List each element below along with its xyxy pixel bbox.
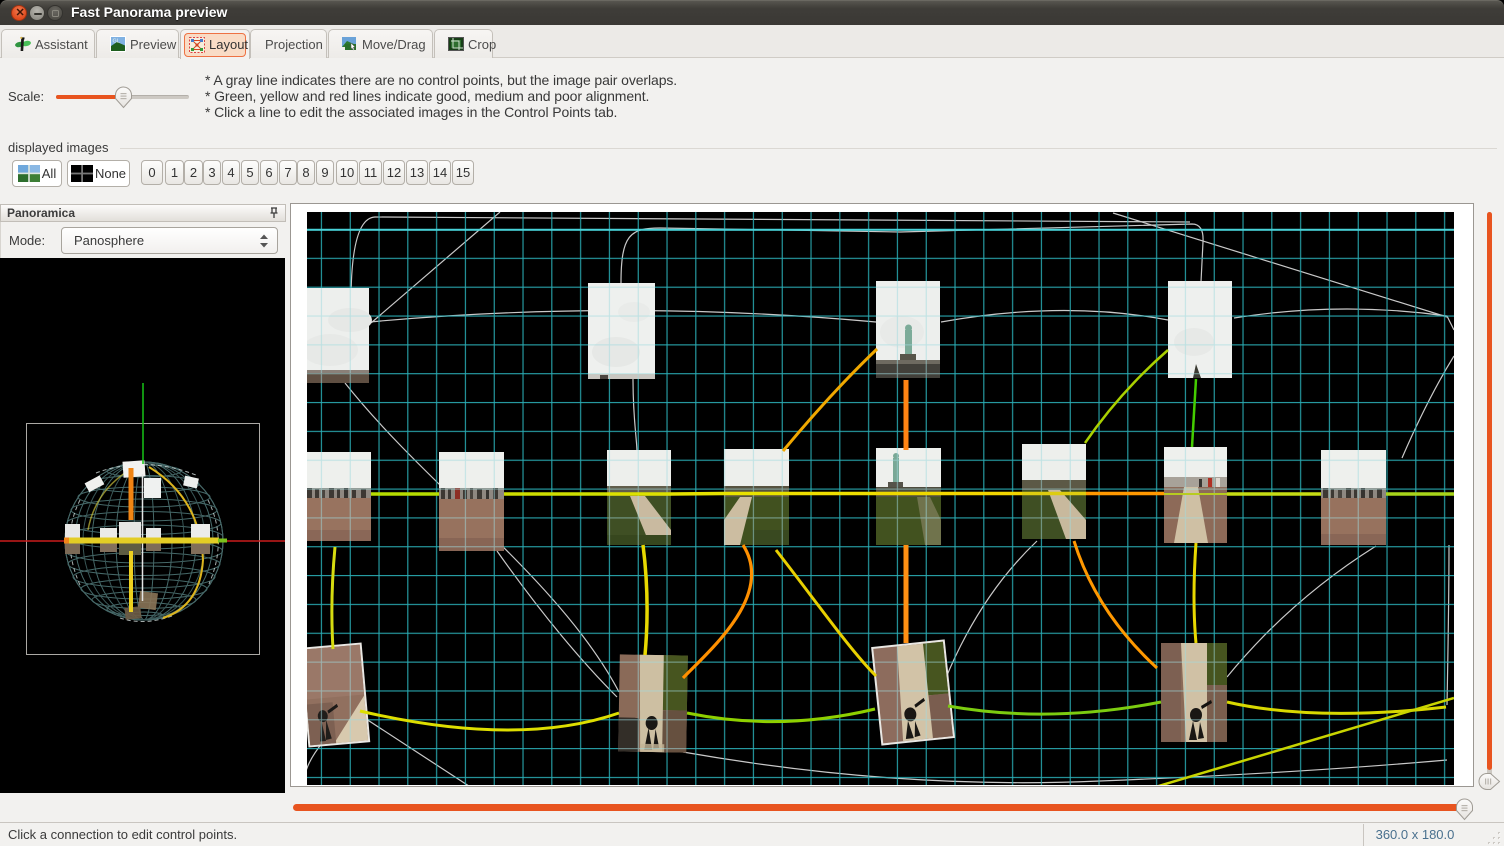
- svg-text:GL: GL: [113, 39, 120, 45]
